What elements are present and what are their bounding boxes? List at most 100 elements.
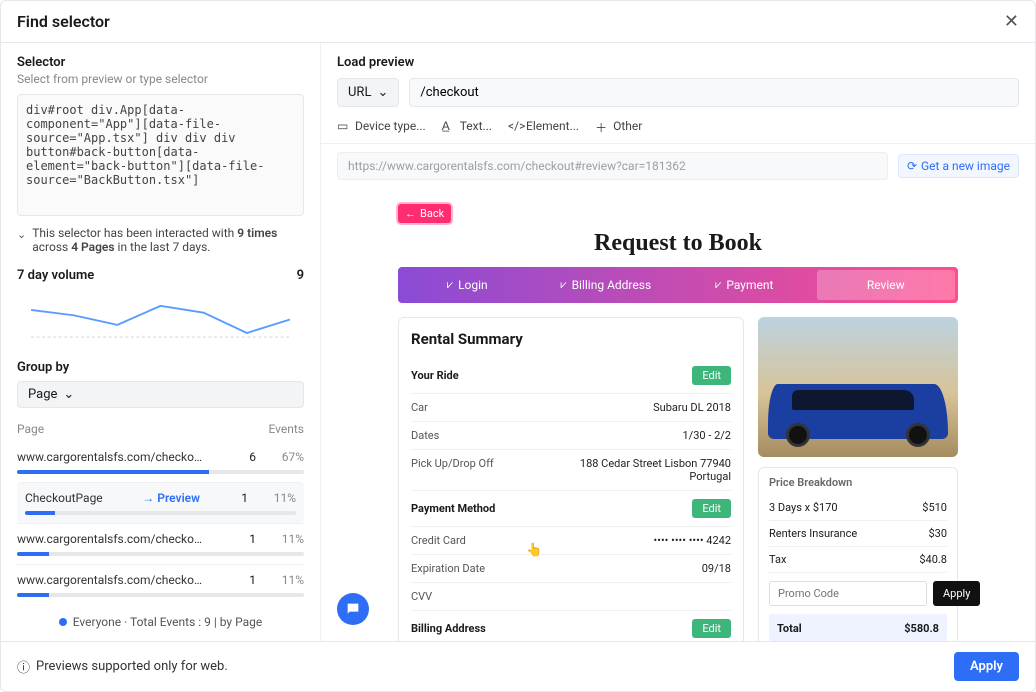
chat-icon [345, 601, 361, 617]
preview-link[interactable]: → Preview [142, 491, 200, 505]
address-row: https://www.cargorentalsfs.com/checkout#… [321, 144, 1035, 188]
row-url: www.cargorentalsfs.com/checkout#billing [17, 532, 208, 546]
table-row[interactable]: www.cargorentalsfs.com/checkout#review 6… [17, 442, 304, 482]
checkout-steps: ⩗Login ⩗Billing Address ⩗Payment Review [398, 267, 958, 303]
filter-element[interactable]: </>Element... [508, 119, 579, 133]
row-pct: 11% [264, 573, 304, 587]
row-pct: 67% [264, 450, 304, 464]
row-bar [17, 593, 304, 597]
row-pct: 11% [264, 532, 304, 546]
chevron-down-icon: ⌄ [377, 85, 388, 100]
rental-summary-title: Rental Summary [411, 330, 731, 348]
chart-legend: Everyone · Total Events : 9 | by Page [17, 615, 304, 629]
interaction-summary[interactable]: ⌄ This selector has been interacted with… [17, 226, 304, 254]
chevron-down-icon: ⌄ [63, 387, 74, 402]
booking-columns: Rental Summary Your Ride Edit CarSubaru … [398, 317, 958, 641]
promo-row: Apply [769, 573, 947, 614]
footer-note: ⓘ Previews supported only for web. [17, 657, 228, 676]
price-row: Tax$40.8 [769, 547, 947, 573]
kv-cvv: CVV [411, 583, 731, 611]
volume-sparkline [17, 289, 304, 344]
table-row[interactable]: CheckoutPage → Preview 1 11% [17, 482, 304, 523]
right-panel: Load preview URL ⌄ ▭Device type... A̲Tex… [321, 43, 1035, 641]
rental-summary-card: Rental Summary Your Ride Edit CarSubaru … [398, 317, 744, 641]
filter-device-type[interactable]: ▭Device type... [337, 119, 426, 133]
preview-filter-toolbar: ▭Device type... A̲Text... </>Element... … [321, 115, 1035, 144]
arrow-left-icon: ← [405, 207, 416, 220]
group-by-label: Group by [17, 360, 304, 375]
url-path-input[interactable] [409, 78, 1019, 107]
back-button[interactable]: ← Back [398, 204, 451, 223]
refresh-icon: ⟳ [907, 159, 917, 173]
intercom-launcher[interactable] [337, 593, 369, 625]
payment-method-header: Payment Method Edit [411, 491, 731, 527]
chevron-down-icon: ⌄ [17, 228, 26, 241]
load-preview-label: Load preview [321, 43, 1035, 70]
modal-title: Find selector [17, 12, 110, 31]
table-row[interactable]: www.cargorentalsfs.com/checkout#billing … [17, 523, 304, 564]
col-page: Page [17, 422, 44, 436]
table-row[interactable]: www.cargorentalsfs.com/checkout#payment … [17, 564, 304, 605]
price-total: Total $580.8 [769, 614, 947, 641]
price-row: 3 Days x $170$510 [769, 495, 947, 521]
step-review[interactable]: Review [817, 270, 956, 300]
kv-car: CarSubaru DL 2018 [411, 394, 731, 422]
step-billing[interactable]: ⩗Billing Address [537, 267, 676, 303]
kv-exp: Expiration Date09/18 [411, 555, 731, 583]
selector-sublabel: Select from preview or type selector [17, 72, 304, 86]
volume-header: 7 day volume 9 [17, 268, 304, 283]
info-icon: ⓘ [17, 657, 30, 676]
filter-text[interactable]: A̲Text... [442, 119, 492, 133]
url-row: URL ⌄ [321, 70, 1035, 115]
row-pct: 11% [256, 491, 296, 505]
promo-apply-button[interactable]: Apply [933, 581, 980, 606]
step-payment[interactable]: ⩗Payment [675, 267, 814, 303]
modal-body: Selector Select from preview or type sel… [1, 43, 1035, 641]
preview-canvas: ← Back Request to Book ⩗Login ⩗Billing A… [321, 188, 1035, 641]
table-header: Page Events [17, 422, 304, 436]
plus-icon: ＋ [595, 119, 609, 133]
booking-page: ← Back Request to Book ⩗Login ⩗Billing A… [398, 204, 958, 641]
edit-billing-button[interactable]: Edit [692, 619, 731, 638]
row-url: www.cargorentalsfs.com/checkout#review [17, 450, 208, 464]
row-url: CheckoutPage [25, 491, 134, 505]
volume-value: 9 [297, 268, 304, 283]
filter-other[interactable]: ＋Other [595, 119, 642, 133]
kv-card: Credit Card•••• •••• •••• 4242 [411, 527, 731, 555]
price-row: Renters Insurance$30 [769, 521, 947, 547]
modal-header: Find selector ✕ [1, 1, 1035, 43]
apply-button[interactable]: Apply [954, 652, 1019, 681]
group-by-select[interactable]: Page ⌄ [17, 381, 304, 408]
row-count: 1 [216, 573, 256, 587]
selector-input[interactable] [17, 94, 304, 216]
step-login[interactable]: ⩗Login [398, 267, 537, 303]
row-count: 1 [216, 532, 256, 546]
edit-ride-button[interactable]: Edit [692, 366, 731, 385]
your-ride-header: Your Ride Edit [411, 358, 731, 394]
price-breakdown-card: Price Breakdown 3 Days x $170$510Renters… [758, 467, 958, 641]
price-breakdown-title: Price Breakdown [769, 476, 947, 489]
text-icon: A̲ [442, 119, 456, 133]
row-bar [17, 470, 304, 474]
close-icon[interactable]: ✕ [1004, 11, 1019, 32]
edit-payment-button[interactable]: Edit [692, 499, 731, 518]
booking-side: Price Breakdown 3 Days x $170$510Renters… [758, 317, 958, 641]
row-count: 1 [208, 491, 248, 505]
billing-address-header: Billing Address Edit [411, 611, 731, 641]
row-count: 6 [216, 450, 256, 464]
row-bar [17, 552, 304, 556]
check-icon: ⩗ [560, 278, 566, 292]
get-new-image-button[interactable]: ⟳ Get a new image [898, 154, 1019, 178]
modal-footer: ⓘ Previews supported only for web. Apply [1, 641, 1035, 691]
preview-address: https://www.cargorentalsfs.com/checkout#… [337, 152, 888, 180]
url-mode-select[interactable]: URL ⌄ [337, 78, 399, 107]
device-icon: ▭ [337, 119, 351, 133]
page-rows: www.cargorentalsfs.com/checkout#review 6… [17, 442, 304, 605]
check-icon: ⩗ [447, 278, 453, 292]
element-icon: </> [508, 119, 522, 133]
find-selector-modal: Find selector ✕ Selector Select from pre… [0, 0, 1036, 692]
page-title: Request to Book [398, 230, 958, 257]
volume-label: 7 day volume [17, 268, 94, 283]
promo-code-input[interactable] [769, 581, 927, 606]
selector-label: Selector [17, 55, 304, 70]
